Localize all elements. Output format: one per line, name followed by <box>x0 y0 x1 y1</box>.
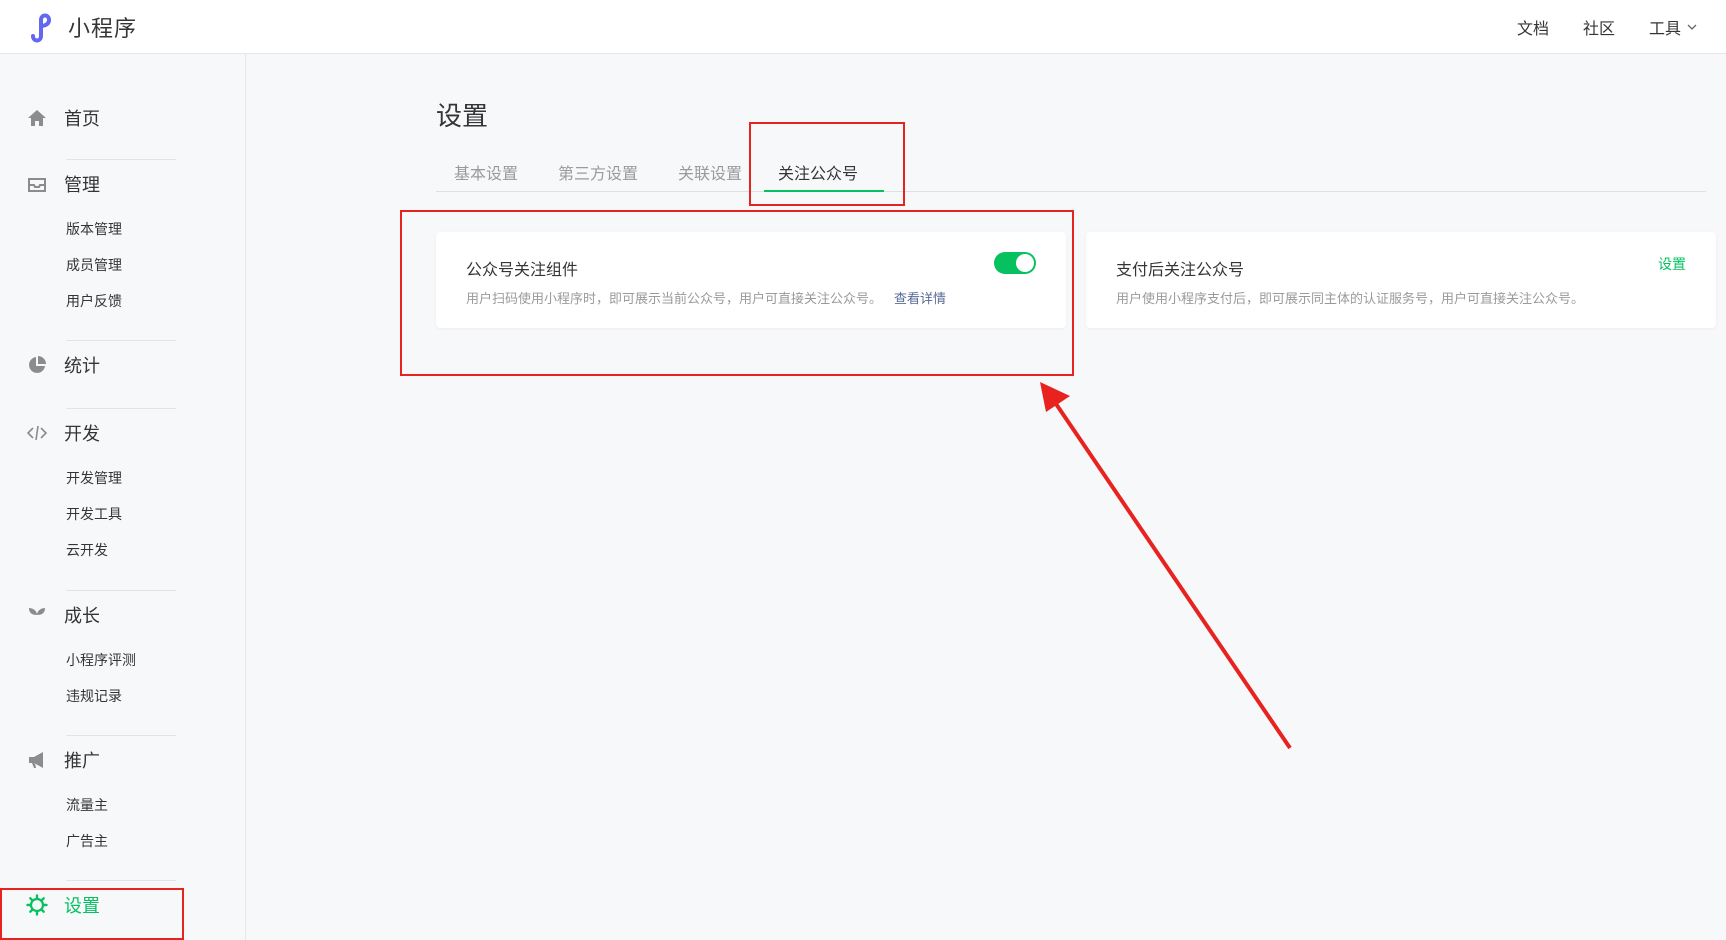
main-content: 设置 基本设置 第三方设置 关联设置 关注公众号 公众号关注组件 用户扫码使用小… <box>246 54 1726 940</box>
tab-basic[interactable]: 基本设置 <box>454 160 518 184</box>
card-description: 用户扫码使用小程序时，即可展示当前公众号，用户可直接关注公众号。 查看详情 <box>466 288 946 307</box>
sidebar-subitem-members[interactable]: 成员管理 <box>66 248 176 284</box>
pie-chart-icon <box>26 354 48 376</box>
sidebar-divider <box>66 340 176 341</box>
card-follow-after-payment: 支付后关注公众号 用户使用小程序支付后，即可展示同主体的认证服务号，用户可直接关… <box>1086 232 1716 328</box>
sidebar-subitem-feedback[interactable]: 用户反馈 <box>66 284 176 320</box>
sidebar-sublist-develop: 开发管理 开发工具 云开发 <box>26 461 176 569</box>
code-icon <box>26 422 48 444</box>
sidebar-item-label: 开发 <box>64 424 100 445</box>
sidebar-divider <box>66 408 176 409</box>
follow-component-toggle[interactable] <box>994 252 1036 274</box>
tab-association[interactable]: 关联设置 <box>678 160 742 184</box>
sidebar-item-settings[interactable]: 设置 <box>26 891 176 919</box>
nav-tools-dropdown[interactable]: 工具 <box>1649 15 1698 39</box>
nav-docs-link[interactable]: 文档 <box>1517 15 1549 39</box>
sidebar-item-label: 设置 <box>64 896 100 917</box>
sidebar-item-stats[interactable]: 统计 <box>26 351 176 379</box>
sidebar-item-growth[interactable]: 成长 <box>26 601 176 629</box>
sidebar-sublist-manage: 版本管理 成员管理 用户反馈 <box>26 212 176 320</box>
page-title: 设置 <box>436 102 489 132</box>
sidebar-item-label: 管理 <box>64 175 100 196</box>
card-title: 支付后关注公众号 <box>1116 260 1245 279</box>
sidebar-item-develop[interactable]: 开发 <box>26 419 176 447</box>
logo-text: 小程序 <box>68 17 138 42</box>
gear-icon <box>26 894 48 916</box>
sidebar-group-develop: 开发 开发管理 开发工具 云开发 <box>26 419 176 569</box>
sidebar-item-label: 推广 <box>64 751 100 772</box>
sidebar-group-home: 首页 <box>26 104 176 132</box>
sidebar-group-promote: 推广 流量主 广告主 <box>26 746 176 860</box>
sidebar-sublist-growth: 小程序评测 违规记录 <box>26 643 176 715</box>
active-tab-underline <box>764 190 884 192</box>
inbox-icon <box>26 173 48 195</box>
card-title: 公众号关注组件 <box>466 260 579 279</box>
toggle-knob <box>1016 254 1034 272</box>
sidebar-subitem-evaluation[interactable]: 小程序评测 <box>66 643 176 679</box>
sidebar-item-manage[interactable]: 管理 <box>26 170 176 198</box>
card-follow-component: 公众号关注组件 用户扫码使用小程序时，即可展示当前公众号，用户可直接关注公众号。… <box>436 232 1066 328</box>
sidebar-item-label: 首页 <box>64 109 100 130</box>
nav-community-link[interactable]: 社区 <box>1583 15 1615 39</box>
view-details-link[interactable]: 查看详情 <box>894 292 946 307</box>
home-icon <box>26 107 48 129</box>
sidebar-divider <box>66 735 176 736</box>
nav-tools-label: 工具 <box>1648 19 1681 38</box>
sidebar-group-stats: 统计 <box>26 351 176 379</box>
sidebar-subitem-cloud-dev[interactable]: 云开发 <box>66 533 176 569</box>
card-description: 用户使用小程序支付后，即可展示同主体的认证服务号，用户可直接关注公众号。 <box>1116 292 1585 307</box>
sidebar-divider <box>66 590 176 591</box>
sidebar-subitem-dev-manage[interactable]: 开发管理 <box>66 461 176 497</box>
sidebar-subitem-dev-tools[interactable]: 开发工具 <box>66 497 176 533</box>
sidebar-sublist-promote: 流量主 广告主 <box>26 788 176 860</box>
top-nav: 文档 社区 工具 <box>1483 0 1698 54</box>
sidebar-group-settings: 设置 <box>26 891 176 919</box>
sidebar-item-promote[interactable]: 推广 <box>26 746 176 774</box>
sidebar-item-label: 统计 <box>64 356 100 377</box>
sidebar-divider <box>66 159 176 160</box>
sidebar-subitem-version[interactable]: 版本管理 <box>66 212 176 248</box>
megaphone-icon <box>26 749 48 771</box>
logo[interactable]: 小程序 <box>26 8 137 46</box>
sidebar-item-home[interactable]: 首页 <box>26 104 176 132</box>
tab-third-party[interactable]: 第三方设置 <box>558 160 638 184</box>
sidebar-divider <box>66 880 176 881</box>
sidebar-subitem-advertiser[interactable]: 广告主 <box>66 824 176 860</box>
sidebar: 首页 管理 版本管理 成员管理 用户反馈 统计 开发 开发管理 开发工具 云开发… <box>0 54 246 940</box>
settings-tabs: 基本设置 第三方设置 关联设置 关注公众号 <box>436 154 1706 192</box>
sidebar-subitem-publisher[interactable]: 流量主 <box>66 788 176 824</box>
sidebar-item-label: 成长 <box>64 606 100 627</box>
settings-link[interactable]: 设置 <box>1658 254 1686 274</box>
sidebar-group-manage: 管理 版本管理 成员管理 用户反馈 <box>26 170 176 320</box>
sprout-icon <box>26 604 48 626</box>
mini-program-logo-icon <box>31 13 52 43</box>
sidebar-subitem-violations[interactable]: 违规记录 <box>66 679 176 715</box>
chevron-down-icon <box>1687 24 1697 30</box>
top-bar: 小程序 文档 社区 工具 <box>0 0 1726 54</box>
sidebar-group-growth: 成长 小程序评测 违规记录 <box>26 601 176 715</box>
tab-follow-official-account[interactable]: 关注公众号 <box>778 160 858 184</box>
card-description-text: 用户扫码使用小程序时，即可展示当前公众号，用户可直接关注公众号。 <box>466 292 883 307</box>
